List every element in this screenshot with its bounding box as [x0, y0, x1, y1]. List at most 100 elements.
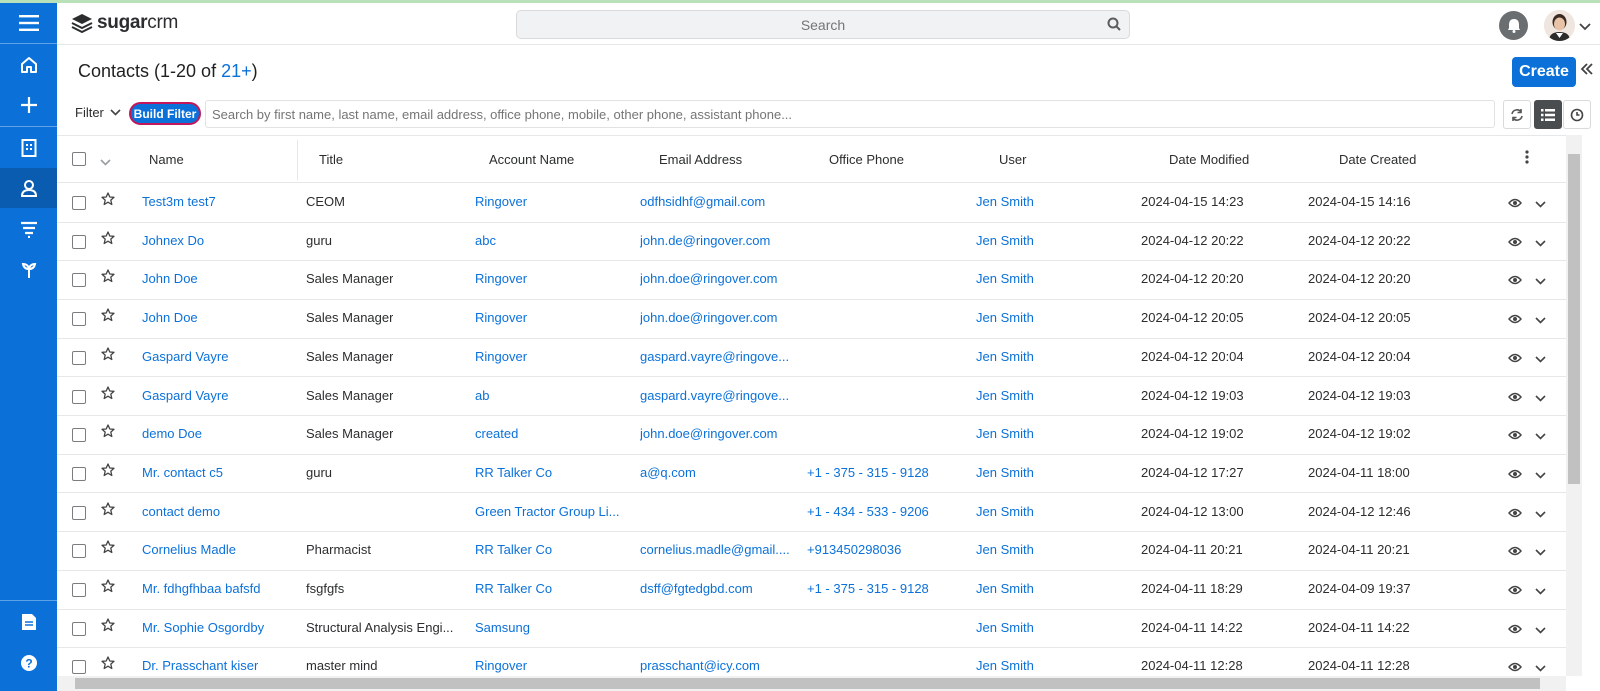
column-header-user[interactable]: User [999, 152, 1026, 167]
account-name-link[interactable]: Ringover [475, 271, 527, 286]
favorite-star-icon[interactable] [101, 424, 115, 443]
row-checkbox[interactable] [72, 312, 86, 327]
email-address-link[interactable]: odfhsidhf@gmail.com [640, 194, 765, 209]
office-phone-link[interactable]: +1 - 375 - 315 - 9128 [807, 465, 929, 480]
email-address-link[interactable]: john.doe@ringover.com [640, 271, 778, 286]
global-search[interactable] [516, 10, 1130, 39]
assigned-user-link[interactable]: Jen Smith [976, 658, 1034, 673]
row-checkbox[interactable] [72, 389, 86, 404]
preview-eye-icon[interactable] [1508, 234, 1522, 252]
column-settings-icon[interactable] [1525, 150, 1529, 169]
contact-name-link[interactable]: Mr. contact c5 [142, 465, 223, 480]
assigned-user-link[interactable]: Jen Smith [976, 581, 1034, 596]
favorite-star-icon[interactable] [101, 269, 115, 288]
contact-name-link[interactable]: John Doe [142, 271, 198, 286]
preview-eye-icon[interactable] [1508, 311, 1522, 329]
home-icon[interactable] [0, 45, 57, 85]
assigned-user-link[interactable]: Jen Smith [976, 542, 1034, 557]
contact-name-link[interactable]: Mr. fdhgfhbaa bafsfd [142, 581, 261, 596]
refresh-icon[interactable] [1503, 100, 1531, 129]
email-address-link[interactable]: cornelius.madle@gmail.... [640, 542, 790, 557]
row-checkbox[interactable] [72, 273, 86, 288]
preview-eye-icon[interactable] [1508, 272, 1522, 290]
record-count-link[interactable]: 21+ [221, 61, 252, 81]
favorite-star-icon[interactable] [101, 308, 115, 327]
favorite-star-icon[interactable] [101, 192, 115, 211]
search-input[interactable] [517, 11, 1129, 38]
column-header-email-address[interactable]: Email Address [659, 152, 742, 167]
preview-eye-icon[interactable] [1508, 350, 1522, 368]
accounts-icon[interactable] [0, 128, 57, 168]
create-button[interactable]: Create [1512, 57, 1576, 87]
vertical-scrollbar[interactable] [1566, 135, 1582, 676]
help-icon[interactable]: ? [0, 643, 57, 683]
preview-eye-icon[interactable] [1508, 582, 1522, 600]
preview-eye-icon[interactable] [1508, 543, 1522, 561]
notes-icon[interactable] [0, 602, 57, 642]
row-actions-chevron-icon[interactable] [1535, 195, 1546, 213]
account-name-link[interactable]: Ringover [475, 349, 527, 364]
select-all-checkbox[interactable] [72, 152, 86, 166]
favorite-star-icon[interactable] [101, 656, 115, 675]
assigned-user-link[interactable]: Jen Smith [976, 310, 1034, 325]
row-actions-chevron-icon[interactable] [1535, 621, 1546, 639]
favorite-star-icon[interactable] [101, 618, 115, 637]
row-checkbox[interactable] [72, 428, 86, 443]
contact-name-link[interactable]: Johnex Do [142, 233, 204, 248]
row-actions-chevron-icon[interactable] [1535, 466, 1546, 484]
favorite-star-icon[interactable] [101, 231, 115, 250]
email-address-link[interactable]: prasschant@icy.com [640, 658, 760, 673]
contact-name-link[interactable]: Dr. Prasschant kiser [142, 658, 258, 673]
contact-name-link[interactable]: John Doe [142, 310, 198, 325]
mass-actions-chevron-icon[interactable] [100, 153, 111, 171]
account-name-link[interactable]: created [475, 426, 518, 441]
email-address-link[interactable]: john.doe@ringover.com [640, 310, 778, 325]
favorite-star-icon[interactable] [101, 347, 115, 366]
account-name-link[interactable]: Samsung [475, 620, 530, 635]
quick-create-icon[interactable] [0, 85, 57, 125]
search-icon[interactable] [1107, 17, 1121, 36]
assigned-user-link[interactable]: Jen Smith [976, 504, 1034, 519]
row-actions-chevron-icon[interactable] [1535, 389, 1546, 407]
notifications-bell-icon[interactable] [1499, 11, 1528, 40]
column-header-title[interactable]: Title [319, 152, 343, 167]
leads-icon[interactable] [0, 209, 57, 249]
contact-name-link[interactable]: contact demo [142, 504, 220, 519]
column-header-account-name[interactable]: Account Name [489, 152, 574, 167]
email-address-link[interactable]: a@q.com [640, 465, 696, 480]
favorite-star-icon[interactable] [101, 579, 115, 598]
row-actions-chevron-icon[interactable] [1535, 427, 1546, 445]
filter-dropdown[interactable]: Filter [75, 105, 121, 120]
email-address-link[interactable]: gaspard.vayre@ringove... [640, 349, 789, 364]
preview-eye-icon[interactable] [1508, 195, 1522, 213]
assigned-user-link[interactable]: Jen Smith [976, 271, 1034, 286]
contact-name-link[interactable]: Gaspard Vayre [142, 388, 228, 403]
favorite-star-icon[interactable] [101, 540, 115, 559]
assigned-user-link[interactable]: Jen Smith [976, 388, 1034, 403]
row-checkbox[interactable] [72, 505, 86, 520]
column-header-name[interactable]: Name [149, 152, 184, 167]
account-name-link[interactable]: ab [475, 388, 489, 403]
row-actions-chevron-icon[interactable] [1535, 659, 1546, 676]
preview-eye-icon[interactable] [1508, 389, 1522, 407]
favorite-star-icon[interactable] [101, 385, 115, 405]
assigned-user-link[interactable]: Jen Smith [976, 349, 1034, 364]
list-view-icon[interactable] [1534, 100, 1562, 129]
build-filter-button[interactable]: Build Filter [129, 102, 201, 125]
row-checkbox[interactable] [72, 583, 86, 597]
favorite-star-icon[interactable] [101, 501, 115, 521]
row-actions-chevron-icon[interactable] [1535, 234, 1546, 252]
assigned-user-link[interactable]: Jen Smith [976, 426, 1034, 441]
office-phone-link[interactable]: +913450298036 [807, 542, 901, 557]
app-logo[interactable]: sugarcrm [71, 12, 178, 34]
row-actions-chevron-icon[interactable] [1535, 350, 1546, 368]
account-name-link[interactable]: Green Tractor Group Li... [475, 504, 620, 519]
row-actions-chevron-icon[interactable] [1535, 311, 1546, 329]
row-checkbox[interactable] [72, 660, 86, 675]
column-header-office-phone[interactable]: Office Phone [829, 152, 904, 167]
column-header-date-modified[interactable]: Date Modified [1169, 152, 1249, 167]
contact-name-link[interactable]: Test3m test7 [142, 194, 216, 209]
account-name-link[interactable]: Ringover [475, 658, 527, 673]
preview-eye-icon[interactable] [1508, 659, 1522, 676]
account-name-link[interactable]: Ringover [475, 194, 527, 209]
